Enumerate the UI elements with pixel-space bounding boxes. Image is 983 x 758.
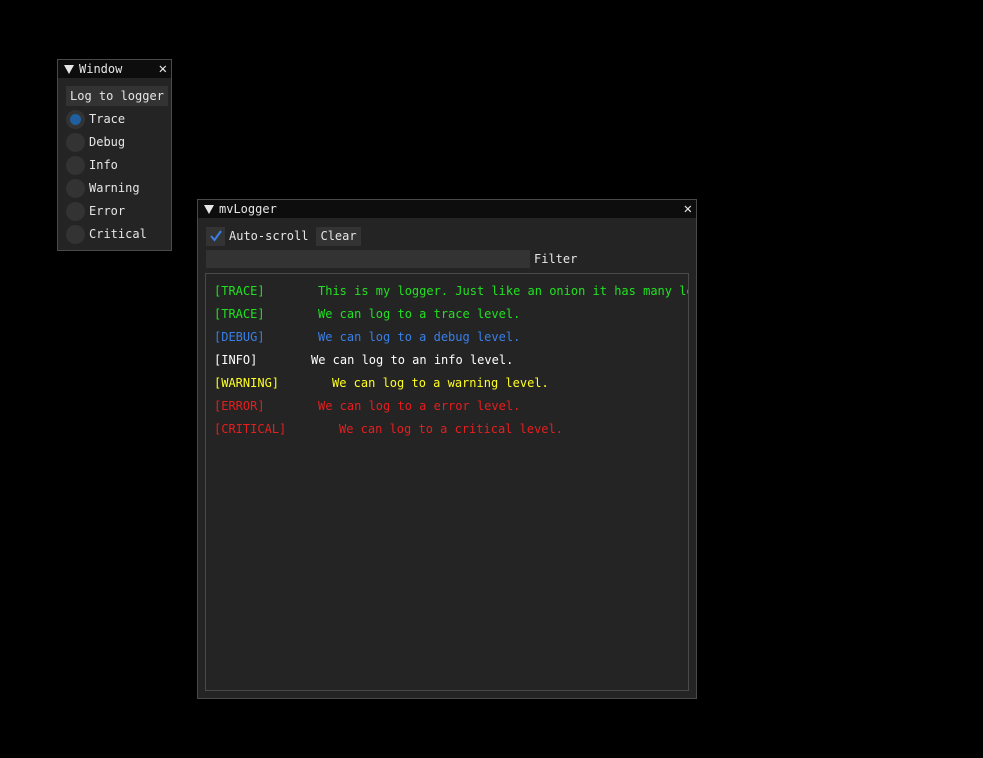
log-entry-level: [WARNING]	[214, 376, 280, 390]
radio-label[interactable]: Warning	[89, 181, 140, 195]
control-window-titlebar[interactable]: Window ✕	[58, 60, 171, 78]
log-entry-level: [TRACE]	[214, 284, 265, 298]
log-entry: [INFO] We can log to an info level.	[214, 351, 513, 369]
log-entry-message: We can log to a error level.	[318, 399, 521, 413]
log-entry-message: We can log to an info level.	[311, 353, 514, 367]
log-panel[interactable]: [TRACE] This is my logger. Just like an o…	[205, 273, 689, 691]
radio-label[interactable]: Info	[89, 158, 118, 172]
log-entry: [DEBUG] We can log to a debug level.	[214, 328, 520, 346]
log-entry: [WARNING] We can log to a warning level.	[214, 374, 549, 392]
autoscroll-row: Auto-scroll Clear	[206, 226, 361, 246]
logger-window-title: mvLogger	[219, 202, 277, 216]
close-icon[interactable]: ✕	[684, 200, 692, 218]
radio-label[interactable]: Critical	[89, 227, 147, 241]
radio-option-debug[interactable]: Debug	[66, 132, 125, 152]
radio-button[interactable]	[66, 224, 85, 244]
collapse-triangle-icon[interactable]	[64, 64, 74, 74]
collapse-triangle-icon[interactable]	[204, 204, 214, 214]
radio-selected-dot	[70, 113, 81, 125]
log-entry-message: We can log to a warning level.	[332, 376, 549, 390]
radio-option-warning[interactable]: Warning	[66, 178, 140, 198]
log-entry-level: [INFO]	[214, 353, 258, 367]
log-entry-level: [CRITICAL]	[214, 422, 287, 436]
radio-button[interactable]	[66, 155, 85, 175]
log-entry-level: [TRACE]	[214, 307, 265, 321]
filter-label: Filter	[534, 252, 578, 266]
log-entry-level: [DEBUG]	[214, 330, 265, 344]
log-entry-message: We can log to a critical level.	[339, 422, 563, 436]
radio-button[interactable]	[66, 109, 85, 129]
control-window: Window ✕ Log to logger Trace Debug Info War…	[57, 59, 172, 251]
radio-button[interactable]	[66, 178, 85, 198]
autoscroll-label[interactable]: Auto-scroll	[229, 229, 308, 243]
filter-input[interactable]	[206, 250, 530, 268]
control-window-title: Window	[79, 62, 123, 76]
autoscroll-checkbox[interactable]	[206, 226, 225, 246]
radio-option-info[interactable]: Info	[66, 155, 118, 175]
log-entry-message: This is my logger. Just like an onion it…	[318, 284, 689, 298]
log-entry: [CRITICAL] We can log to a critical level…	[214, 420, 563, 438]
log-entry-message: We can log to a trace level.	[318, 307, 521, 321]
radio-button[interactable]	[66, 201, 85, 221]
log-to-logger-button[interactable]: Log to logger	[66, 86, 168, 106]
radio-label[interactable]: Trace	[89, 112, 125, 126]
close-icon[interactable]: ✕	[159, 60, 167, 78]
radio-option-trace[interactable]: Trace	[66, 109, 125, 129]
logger-window: mvLogger ✕ Auto-scroll Clear Filter [TRA…	[197, 199, 697, 699]
log-entry: [ERROR] We can log to a error level.	[214, 397, 520, 415]
log-entry-message: We can log to a debug level.	[318, 330, 521, 344]
log-entry: [TRACE] We can log to a trace level.	[214, 305, 520, 323]
log-entry-level: [ERROR]	[214, 399, 265, 413]
radio-button[interactable]	[66, 132, 85, 152]
radio-label[interactable]: Error	[89, 204, 125, 218]
radio-label[interactable]: Debug	[89, 135, 125, 149]
checkmark-icon	[209, 230, 222, 242]
log-entry: [TRACE] This is my logger. Just like an o…	[214, 282, 688, 300]
logger-window-titlebar[interactable]: mvLogger ✕	[198, 200, 696, 218]
radio-option-critical[interactable]: Critical	[66, 224, 147, 244]
clear-button[interactable]: Clear	[316, 226, 361, 246]
radio-option-error[interactable]: Error	[66, 201, 125, 221]
